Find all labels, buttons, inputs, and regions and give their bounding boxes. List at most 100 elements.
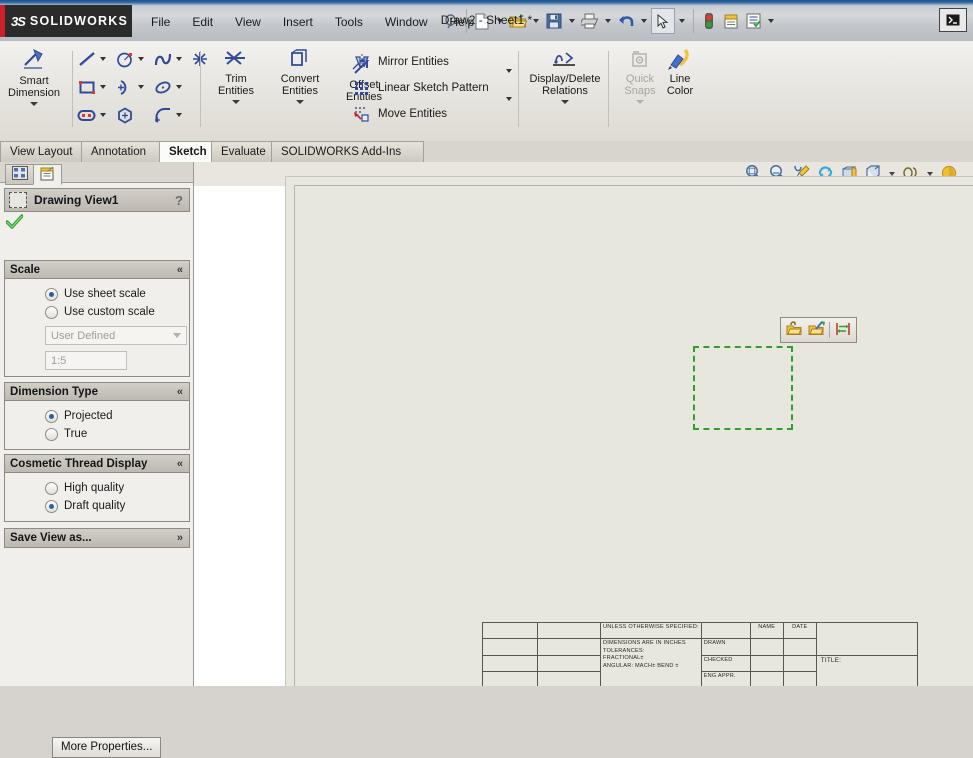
circle-tool[interactable] <box>114 45 152 73</box>
scale-preset-dropdown[interactable]: User Defined <box>45 326 187 345</box>
radio-projected[interactable]: Projected <box>5 407 189 425</box>
radio-use-sheet-scale[interactable]: Use sheet scale <box>5 285 189 303</box>
drawing-view-selection-rect[interactable] <box>693 346 793 430</box>
menu-view[interactable]: View <box>224 12 272 32</box>
spline-dropdown-caret[interactable] <box>176 57 182 61</box>
menu-bar[interactable]: File Edit View Insert Tools Window Help <box>140 12 485 32</box>
property-manager-panel: Drawing View1 ? Scale « Use sheet scale <box>0 162 194 758</box>
print-dropdown-caret[interactable] <box>605 19 611 23</box>
sketch-fillet-tool[interactable] <box>152 101 190 129</box>
move-entities-label: Move Entities <box>378 108 448 120</box>
line-icon <box>76 48 98 70</box>
chevron-up-icon-3[interactable]: « <box>177 458 183 470</box>
cosmetic-thread-section-body: High quality Draft quality <box>5 473 189 521</box>
cosmetic-thread-section-header[interactable]: Cosmetic Thread Display « <box>5 455 189 473</box>
new-dropdown-caret[interactable] <box>497 19 503 23</box>
convert-dropdown-caret[interactable] <box>296 100 304 104</box>
lock-view-position-button[interactable] <box>783 320 805 340</box>
drawing-sheet[interactable]: UNLESS OTHERWISE SPECIFIED: NAME DATE DI… <box>285 176 973 686</box>
chevron-down-icon[interactable] <box>173 333 181 338</box>
save-view-as-section[interactable]: Save View as... » <box>4 528 190 548</box>
slot-tool[interactable] <box>76 101 114 129</box>
relations-dropdown-caret[interactable] <box>561 100 569 104</box>
trim-entities-button[interactable]: Trim Entities <box>204 45 268 137</box>
custom-scale-value: 1:5 <box>51 354 67 367</box>
save-dropdown-caret[interactable] <box>569 19 575 23</box>
print-button[interactable] <box>579 9 601 33</box>
graphics-area[interactable]: UNLESS OTHERWISE SPECIFIED: NAME DATE DI… <box>194 162 973 686</box>
radio-true[interactable]: True <box>5 425 189 443</box>
mirror-entities-item[interactable]: Mirror Entities <box>350 49 493 75</box>
help-icon[interactable]: ? <box>175 193 183 208</box>
options-dropdown-caret[interactable] <box>768 19 774 23</box>
feature-manager-tab[interactable] <box>5 164 34 185</box>
solidworks-window: 3S SOLIDWORKS File Edit View Insert Tool… <box>0 0 973 758</box>
tb-notes-cell: DIMENSIONS ARE IN INCHES TOLERANCES: FRA… <box>600 638 702 686</box>
options-button[interactable] <box>742 9 764 33</box>
sheet-properties-button[interactable] <box>720 9 742 33</box>
open-dropdown-caret[interactable] <box>533 19 539 23</box>
spline-tool[interactable] <box>152 45 190 73</box>
smart-dimension-button[interactable]: Smart Dimension <box>2 45 66 106</box>
radio-sheet-scale-indicator <box>45 287 58 301</box>
undo-dropdown-caret[interactable] <box>641 19 647 23</box>
menu-insert[interactable]: Insert <box>272 12 324 32</box>
ellipse-tool[interactable] <box>152 73 190 101</box>
radio-high-quality[interactable]: High quality <box>5 479 189 497</box>
chevron-down-icon-2[interactable]: » <box>177 532 183 544</box>
new-button[interactable] <box>471 9 493 33</box>
ellipse-dropdown-caret[interactable] <box>176 85 182 89</box>
scale-section-header[interactable]: Scale « <box>5 261 189 279</box>
tab-solidworks-addins[interactable]: SOLIDWORKS Add-Ins <box>271 141 424 163</box>
arc-dropdown-caret[interactable] <box>138 85 144 89</box>
move-overflow-caret[interactable] <box>506 97 512 101</box>
convert-entities-button[interactable]: Convert Entities <box>268 45 332 137</box>
dimension-type-section-header[interactable]: Dimension Type « <box>5 383 189 401</box>
undo-button[interactable] <box>615 9 637 33</box>
pattern-overflow-caret[interactable] <box>506 69 512 73</box>
line-dropdown-caret[interactable] <box>100 57 106 61</box>
rectangle-tool[interactable] <box>76 73 114 101</box>
dimension-type-section: Dimension Type « Projected True <box>4 382 190 450</box>
slot-dropdown-caret[interactable] <box>100 113 106 117</box>
save-button[interactable] <box>543 9 565 33</box>
line-color-button[interactable]: Line Color <box>648 45 712 97</box>
select-button[interactable] <box>651 8 675 34</box>
ok-checkmark-button[interactable] <box>5 214 24 233</box>
smart-dimension-dropdown-caret[interactable] <box>30 102 38 106</box>
pin-menu-button[interactable] <box>440 9 462 33</box>
quick-snaps-dropdown-caret[interactable] <box>636 100 644 104</box>
radio-high-quality-indicator <box>45 481 58 495</box>
menu-window[interactable]: Window <box>374 12 439 32</box>
chevron-up-icon[interactable]: « <box>177 264 183 276</box>
display-delete-relations-button[interactable]: Display/Delete Relations <box>522 45 608 104</box>
polygon-tool[interactable] <box>114 101 152 129</box>
rebuild-button[interactable] <box>698 9 720 33</box>
fillet-dropdown-caret[interactable] <box>176 113 182 117</box>
trim-dropdown-caret[interactable] <box>232 100 240 104</box>
circle-dropdown-caret[interactable] <box>138 57 144 61</box>
radio-draft-quality[interactable]: Draft quality <box>5 497 189 515</box>
custom-scale-input[interactable]: 1:5 <box>45 351 127 370</box>
smart-dimension-label-1: Smart <box>19 75 49 87</box>
linear-sketch-pattern-item[interactable]: Linear Sketch Pattern <box>350 75 493 101</box>
menu-edit[interactable]: Edit <box>181 12 224 32</box>
menu-file[interactable]: File <box>140 12 181 32</box>
property-manager-tab[interactable] <box>33 164 62 185</box>
radio-use-custom-scale[interactable]: Use custom scale <box>5 303 189 321</box>
chevron-up-icon-2[interactable]: « <box>177 386 183 398</box>
line-tool[interactable] <box>76 45 114 73</box>
restore-window-button[interactable] <box>939 8 967 32</box>
radio-high-quality-label: High quality <box>64 482 125 494</box>
open-button[interactable] <box>507 9 529 33</box>
move-entities-item[interactable]: Move Entities <box>350 101 493 127</box>
tb-blank-7 <box>749 638 784 656</box>
arc-tool[interactable] <box>114 73 152 101</box>
menu-tools[interactable]: Tools <box>324 12 374 32</box>
view-focus-button[interactable] <box>805 320 827 340</box>
rectangle-dropdown-caret[interactable] <box>100 85 106 89</box>
align-view-button[interactable] <box>832 320 854 340</box>
more-properties-button[interactable]: More Properties... <box>52 737 162 758</box>
select-dropdown-caret[interactable] <box>679 19 685 23</box>
drawing-sheet-area[interactable]: UNLESS OTHERWISE SPECIFIED: NAME DATE DI… <box>194 176 973 686</box>
